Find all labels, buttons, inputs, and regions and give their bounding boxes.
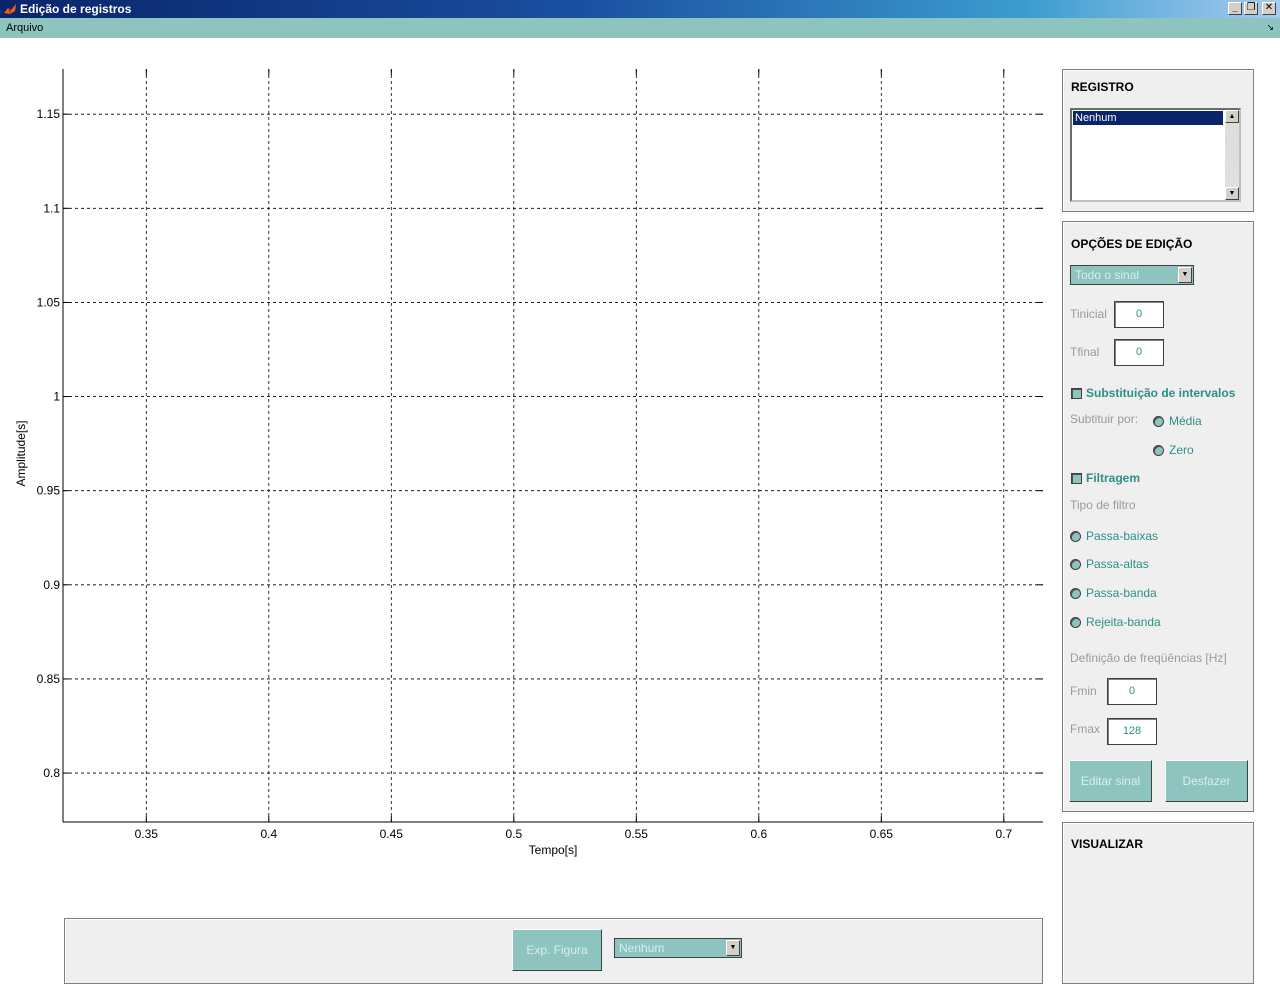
fmax-field[interactable]: 128 — [1107, 718, 1157, 745]
y-tick-label: 0.95 — [37, 484, 61, 498]
x-tick-label: 0.5 — [505, 827, 522, 841]
visualizar-title: VISUALIZAR — [1071, 837, 1143, 851]
listbox-scrollbar[interactable]: ▲ ▼ — [1225, 110, 1239, 200]
registro-item-nenhum[interactable]: Nenhum — [1073, 111, 1223, 125]
dock-arrow-icon[interactable]: ↘ — [1266, 22, 1274, 33]
y-tick-label: 1.1 — [43, 201, 60, 215]
substituicao-label[interactable]: Substituição de intervalos — [1086, 386, 1235, 400]
figure-select[interactable]: Nenhum ▼ — [614, 938, 742, 958]
fmax-label: Fmax — [1070, 722, 1100, 736]
registro-title: REGISTRO — [1071, 80, 1134, 94]
substituicao-checkbox[interactable] — [1071, 388, 1082, 399]
x-tick-label: 0.6 — [750, 827, 767, 841]
subtituir-por-label: Subtituir por: — [1070, 412, 1139, 426]
scroll-down-icon[interactable]: ▼ — [1225, 187, 1239, 200]
media-radio[interactable] — [1153, 416, 1164, 427]
freq-def-label: Definição de freqüências [Hz] — [1070, 651, 1227, 665]
visualizar-panel: VISUALIZAR — [1062, 822, 1254, 984]
plot-area — [63, 69, 1043, 822]
scroll-up-icon[interactable]: ▲ — [1225, 110, 1239, 123]
x-axis-label: Tempo[s] — [529, 843, 578, 857]
passa-banda-radio[interactable] — [1070, 588, 1081, 599]
window-title: Edição de registros — [20, 2, 132, 16]
title-bar: Edição de registros _ ❐ ✕ — [0, 0, 1280, 18]
menu-bar: Arquivo ↘ — [0, 18, 1280, 38]
chevron-down-icon: ▼ — [726, 940, 740, 956]
restore-icon[interactable]: ❐ — [1244, 2, 1258, 15]
editar-sinal-button[interactable]: Editar sinal — [1069, 760, 1152, 802]
desfazer-button[interactable]: Desfazer — [1165, 760, 1248, 802]
matlab-logo-icon — [4, 4, 16, 14]
y-tick-label: 1.05 — [37, 295, 61, 309]
x-tick-label: 0.45 — [380, 827, 404, 841]
mode-select-value: Todo o sinal — [1075, 268, 1140, 282]
zero-label[interactable]: Zero — [1169, 443, 1194, 457]
passa-altas-label[interactable]: Passa-altas — [1086, 557, 1149, 571]
menu-arquivo[interactable]: Arquivo — [6, 22, 43, 34]
passa-altas-radio[interactable] — [1070, 559, 1081, 570]
opcoes-title: OPÇÕES DE EDIÇÃO — [1071, 237, 1193, 251]
tfinal-label: Tfinal — [1070, 345, 1100, 359]
rejeita-banda-radio[interactable] — [1070, 617, 1081, 628]
x-tick-label: 0.55 — [625, 827, 649, 841]
export-panel: Exp. Figura Nenhum ▼ — [64, 918, 1043, 984]
zero-radio[interactable] — [1153, 445, 1164, 456]
registro-panel: REGISTRO Nenhum ▲ ▼ — [1062, 69, 1254, 212]
y-axis-label: Amplitude[s] — [14, 420, 28, 486]
plot-axes[interactable]: 0.35 0.4 0.45 0.5 0.55 0.6 0.65 0.7 0.8 0.85 0.9 0.… — [0, 40, 1060, 870]
filtragem-label[interactable]: Filtragem — [1086, 471, 1140, 485]
passa-baixas-label[interactable]: Passa-baixas — [1086, 529, 1158, 543]
tipo-filtro-label: Tipo de filtro — [1070, 498, 1136, 512]
media-label[interactable]: Média — [1169, 414, 1202, 428]
plot-svg[interactable]: 0.35 0.4 0.45 0.5 0.55 0.6 0.65 0.7 0.8 0.85 0.9 0.… — [0, 40, 1060, 870]
x-tick-label: 0.7 — [995, 827, 1012, 841]
tinicial-field[interactable]: 0 — [1114, 301, 1164, 328]
rejeita-banda-label[interactable]: Rejeita-banda — [1086, 615, 1161, 629]
y-tick-label: 1 — [53, 390, 60, 404]
y-tick-label: 1.15 — [37, 107, 61, 121]
fmin-label: Fmin — [1070, 684, 1097, 698]
chevron-down-icon: ▼ — [1178, 267, 1192, 283]
opcoes-panel: OPÇÕES DE EDIÇÃO Todo o sinal ▼ Tinicial… — [1062, 221, 1254, 812]
x-tick-label: 0.4 — [260, 827, 277, 841]
y-tick-label: 0.9 — [43, 578, 60, 592]
registro-listbox[interactable]: Nenhum ▲ ▼ — [1070, 108, 1241, 202]
x-tick-label: 0.65 — [870, 827, 894, 841]
export-figure-button[interactable]: Exp. Figura — [512, 929, 602, 971]
mode-select[interactable]: Todo o sinal ▼ — [1070, 265, 1194, 285]
passa-banda-label[interactable]: Passa-banda — [1086, 586, 1157, 600]
tinicial-label: Tinicial — [1070, 307, 1107, 321]
fmin-field[interactable]: 0 — [1107, 678, 1157, 705]
minimize-icon[interactable]: _ — [1228, 2, 1242, 15]
passa-baixas-radio[interactable] — [1070, 531, 1081, 542]
y-tick-label: 0.85 — [37, 672, 61, 686]
x-tick-label: 0.35 — [135, 827, 159, 841]
filtragem-checkbox[interactable] — [1071, 473, 1082, 484]
close-icon[interactable]: ✕ — [1262, 2, 1276, 15]
y-tick-label: 0.8 — [43, 766, 60, 780]
tfinal-field[interactable]: 0 — [1114, 339, 1164, 366]
figure-select-value: Nenhum — [619, 941, 665, 955]
